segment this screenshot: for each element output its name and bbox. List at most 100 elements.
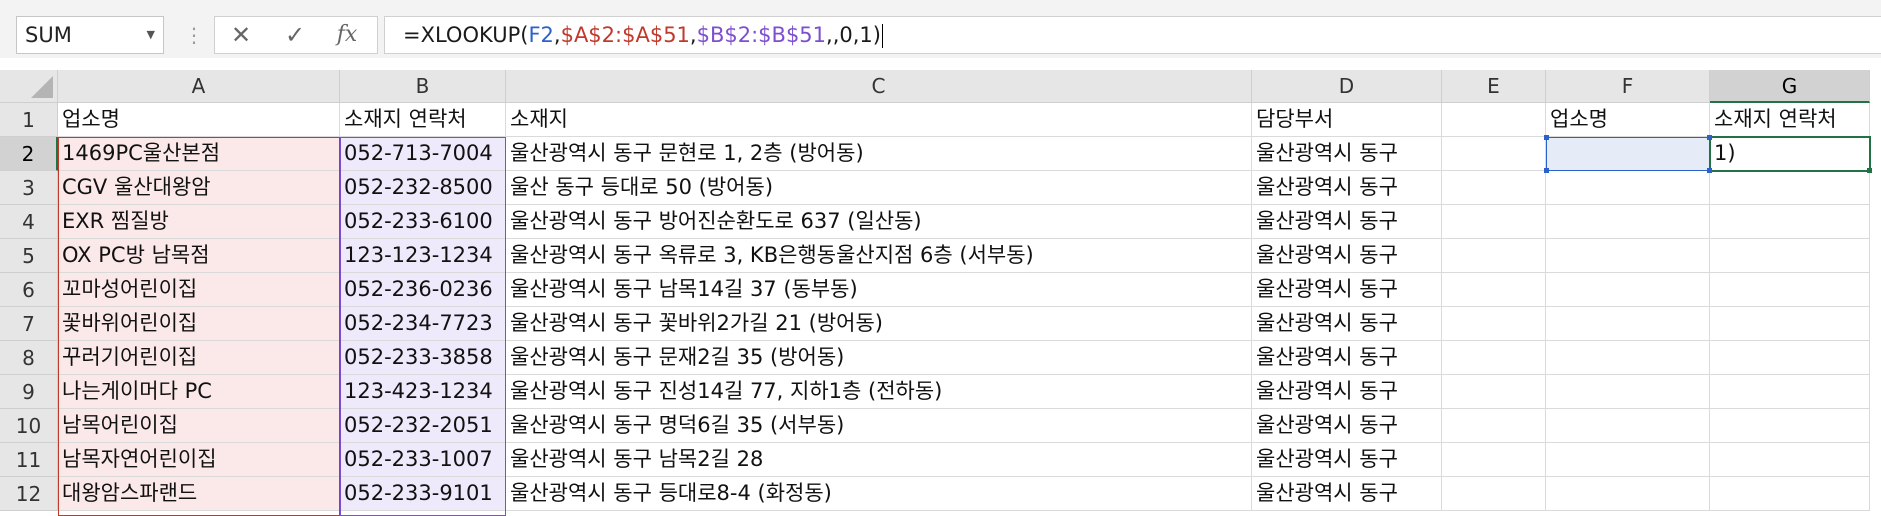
formula-input[interactable]: =XLOOKUP(F2,$A$2:$A$51,$B$2:$B$51,,0,1): [384, 16, 1881, 54]
cell-e2[interactable]: [1442, 137, 1546, 171]
column-header-b[interactable]: B: [340, 70, 506, 103]
cell-e9[interactable]: [1442, 375, 1546, 409]
cell-a5[interactable]: OX PC방 남목점: [58, 239, 340, 273]
cell-e10[interactable]: [1442, 409, 1546, 443]
fill-handle[interactable]: [1867, 168, 1872, 173]
cell-g7[interactable]: [1710, 307, 1870, 341]
range-handle[interactable]: [1544, 168, 1549, 173]
range-handle[interactable]: [1544, 135, 1549, 140]
name-box[interactable]: SUM ▼: [16, 16, 164, 54]
cell-d4[interactable]: 울산광역시 동구: [1252, 205, 1442, 239]
cell-c4[interactable]: 울산광역시 동구 방어진순환도로 637 (일산동): [506, 205, 1252, 239]
cell-d1[interactable]: 담당부서: [1252, 103, 1442, 137]
column-header-f[interactable]: F: [1546, 70, 1710, 103]
cell-d10[interactable]: 울산광역시 동구: [1252, 409, 1442, 443]
cell-c5[interactable]: 울산광역시 동구 옥류로 3, KB은행동울산지점 6층 (서부동): [506, 239, 1252, 273]
spreadsheet-grid[interactable]: A B C D E F G 1 업소명 소재지 연락처 소재지 담당부서 업소명 소재지 연락처 2 1469…: [0, 70, 1881, 516]
row-header[interactable]: 12: [0, 477, 58, 511]
row-header[interactable]: 5: [0, 239, 58, 273]
row-header[interactable]: 11: [0, 443, 58, 477]
cell-g11[interactable]: [1710, 443, 1870, 477]
cell-b3[interactable]: 052-232-8500: [340, 171, 506, 205]
cell-e6[interactable]: [1442, 273, 1546, 307]
cell-g4[interactable]: [1710, 205, 1870, 239]
cell-d12[interactable]: 울산광역시 동구: [1252, 477, 1442, 511]
cell-g6[interactable]: [1710, 273, 1870, 307]
cell-d8[interactable]: 울산광역시 동구: [1252, 341, 1442, 375]
row-header[interactable]: 6: [0, 273, 58, 307]
cell-f4[interactable]: [1546, 205, 1710, 239]
select-all-button[interactable]: [0, 70, 58, 103]
row-header[interactable]: 4: [0, 205, 58, 239]
cell-a9[interactable]: 나는게이머다 PC: [58, 375, 340, 409]
cell-e4[interactable]: [1442, 205, 1546, 239]
cell-d7[interactable]: 울산광역시 동구: [1252, 307, 1442, 341]
insert-function-icon[interactable]: fx: [323, 17, 371, 53]
cell-d2[interactable]: 울산광역시 동구: [1252, 137, 1442, 171]
cell-g5[interactable]: [1710, 239, 1870, 273]
cell-b6[interactable]: 052-236-0236: [340, 273, 506, 307]
cell-b11[interactable]: 052-233-1007: [340, 443, 506, 477]
cell-e11[interactable]: [1442, 443, 1546, 477]
cell-c3[interactable]: 울산 동구 등대로 50 (방어동): [506, 171, 1252, 205]
cell-c6[interactable]: 울산광역시 동구 남목14길 37 (동부동): [506, 273, 1252, 307]
row-header[interactable]: 9: [0, 375, 58, 409]
cell-c8[interactable]: 울산광역시 동구 문재2길 35 (방어동): [506, 341, 1252, 375]
row-header[interactable]: 10: [0, 409, 58, 443]
cell-g12[interactable]: [1710, 477, 1870, 511]
cell-f7[interactable]: [1546, 307, 1710, 341]
cell-f8[interactable]: [1546, 341, 1710, 375]
cell-b5[interactable]: 123-123-1234: [340, 239, 506, 273]
cell-c11[interactable]: 울산광역시 동구 남목2길 28: [506, 443, 1252, 477]
cell-b7[interactable]: 052-234-7723: [340, 307, 506, 341]
column-header-d[interactable]: D: [1252, 70, 1442, 103]
column-header-a[interactable]: A: [58, 70, 340, 103]
cell-d6[interactable]: 울산광역시 동구: [1252, 273, 1442, 307]
cell-e3[interactable]: [1442, 171, 1546, 205]
cell-g1[interactable]: 소재지 연락처: [1710, 103, 1870, 137]
cell-c2[interactable]: 울산광역시 동구 문현로 1, 2층 (방어동): [506, 137, 1252, 171]
column-header-c[interactable]: C: [506, 70, 1252, 103]
cancel-icon[interactable]: ✕: [217, 17, 265, 53]
cell-a8[interactable]: 꾸러기어린이집: [58, 341, 340, 375]
cell-f11[interactable]: [1546, 443, 1710, 477]
cell-b2[interactable]: 052-713-7004: [340, 137, 506, 171]
cell-f9[interactable]: [1546, 375, 1710, 409]
cell-a11[interactable]: 남목자연어린이집: [58, 443, 340, 477]
cell-c10[interactable]: 울산광역시 동구 명덕6길 35 (서부동): [506, 409, 1252, 443]
cell-e5[interactable]: [1442, 239, 1546, 273]
cell-b10[interactable]: 052-232-2051: [340, 409, 506, 443]
cell-a3[interactable]: CGV 울산대왕암: [58, 171, 340, 205]
cell-f10[interactable]: [1546, 409, 1710, 443]
enter-icon[interactable]: ✓: [271, 17, 319, 53]
cell-e12[interactable]: [1442, 477, 1546, 511]
cell-d3[interactable]: 울산광역시 동구: [1252, 171, 1442, 205]
cell-f6[interactable]: [1546, 273, 1710, 307]
cell-a4[interactable]: EXR 찜질방: [58, 205, 340, 239]
cell-c7[interactable]: 울산광역시 동구 꽃바위2가길 21 (방어동): [506, 307, 1252, 341]
column-header-e[interactable]: E: [1442, 70, 1546, 103]
cell-f12[interactable]: [1546, 477, 1710, 511]
cell-g2[interactable]: 1): [1710, 137, 1870, 171]
range-handle[interactable]: [1707, 135, 1712, 140]
row-header[interactable]: 1: [0, 103, 58, 137]
cell-c9[interactable]: 울산광역시 동구 진성14길 77, 지하1층 (전하동): [506, 375, 1252, 409]
row-header[interactable]: 2: [0, 137, 58, 171]
row-header[interactable]: 8: [0, 341, 58, 375]
cell-a1[interactable]: 업소명: [58, 103, 340, 137]
cell-a12[interactable]: 대왕암스파랜드: [58, 477, 340, 511]
cell-a6[interactable]: 꼬마성어린이집: [58, 273, 340, 307]
cell-g10[interactable]: [1710, 409, 1870, 443]
row-header[interactable]: 7: [0, 307, 58, 341]
cell-f3[interactable]: [1546, 171, 1710, 205]
cell-c1[interactable]: 소재지: [506, 103, 1252, 137]
vertical-dots-icon[interactable]: ⋮: [184, 18, 204, 52]
cell-b12[interactable]: 052-233-9101: [340, 477, 506, 511]
cell-f1[interactable]: 업소명: [1546, 103, 1710, 137]
cell-d9[interactable]: 울산광역시 동구: [1252, 375, 1442, 409]
cell-a7[interactable]: 꽃바위어린이집: [58, 307, 340, 341]
cell-e7[interactable]: [1442, 307, 1546, 341]
cell-b8[interactable]: 052-233-3858: [340, 341, 506, 375]
cell-f2[interactable]: [1546, 137, 1710, 171]
cell-a2[interactable]: 1469PC울산본점: [58, 137, 340, 171]
